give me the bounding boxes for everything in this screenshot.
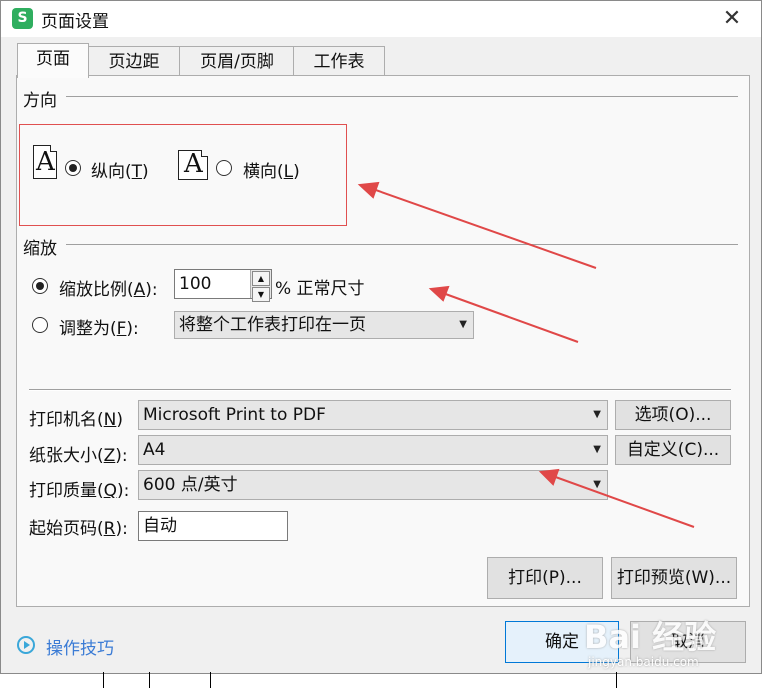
paper-size-label: 纸张大小(Z):: [29, 446, 128, 466]
printer-options-button[interactable]: 选项(O)...: [615, 400, 731, 430]
custom-paper-button[interactable]: 自定义(C)...: [615, 435, 731, 465]
title-bar: S 页面设置 ✕: [1, 1, 761, 37]
stepper-down-icon[interactable]: ▼: [252, 287, 270, 302]
chevron-down-icon: ▼: [593, 409, 601, 420]
print-preview-button[interactable]: 打印预览(W)...: [611, 557, 737, 599]
tips-link[interactable]: 操作技巧: [46, 634, 114, 659]
baidu-watermark: Bai 经验: [584, 618, 717, 656]
print-quality-label: 打印质量(Q):: [29, 481, 130, 501]
scaling-section-label: 缩放: [23, 234, 61, 259]
landscape-radio[interactable]: [216, 160, 232, 176]
start-page-input[interactable]: 自动: [138, 511, 288, 541]
dialog-title: 页面设置: [41, 12, 109, 32]
printer-name-select[interactable]: Microsoft Print to PDF ▼: [138, 400, 608, 430]
print-quality-select[interactable]: 600 点/英寸 ▼: [138, 470, 608, 500]
paper-size-select[interactable]: A4 ▼: [138, 435, 608, 465]
portrait-radio[interactable]: [65, 160, 81, 176]
tab-margins[interactable]: 页边距: [87, 46, 181, 77]
chevron-down-icon: ▼: [459, 319, 467, 330]
chevron-down-icon: ▼: [593, 444, 601, 455]
portrait-page-icon: A: [33, 145, 57, 179]
tab-page[interactable]: 页面: [17, 43, 89, 78]
scaling-divider: [66, 244, 738, 245]
tab-sheet[interactable]: 工作表: [293, 46, 385, 77]
fit-to-radio[interactable]: [32, 317, 48, 333]
printer-name-label: 打印机名(N): [29, 410, 123, 430]
start-page-label: 起始页码(R):: [29, 519, 128, 539]
sheet-cell: [149, 672, 211, 688]
portrait-label[interactable]: 纵向(T): [91, 157, 149, 182]
fit-to-select[interactable]: 将整个工作表打印在一页 ▼: [174, 311, 474, 339]
baidu-watermark-url: jingyan.baidu.com: [588, 655, 699, 669]
scale-ratio-stepper[interactable]: ▲ ▼: [250, 270, 271, 302]
scale-ratio-radio[interactable]: [32, 278, 48, 294]
print-button[interactable]: 打印(P)...: [487, 557, 603, 599]
orientation-section-label: 方向: [23, 86, 61, 111]
stepper-up-icon[interactable]: ▲: [252, 271, 270, 286]
tab-header-footer[interactable]: 页眉/页脚: [179, 46, 295, 77]
orientation-divider: [66, 96, 738, 97]
sheet-grid-below: [103, 672, 617, 688]
chevron-down-icon: ▼: [593, 479, 601, 490]
fit-to-label[interactable]: 调整为(F):: [59, 314, 139, 339]
wps-sheets-app-icon: S: [12, 8, 33, 29]
close-icon[interactable]: ✕: [715, 3, 749, 35]
landscape-label[interactable]: 横向(L): [243, 157, 300, 182]
scale-ratio-suffix: % 正常尺寸: [275, 279, 365, 299]
landscape-page-icon: A: [178, 149, 208, 180]
play-tips-icon[interactable]: [17, 636, 35, 654]
scale-ratio-label[interactable]: 缩放比例(A):: [59, 275, 158, 300]
printer-divider-highlight: [29, 390, 731, 391]
